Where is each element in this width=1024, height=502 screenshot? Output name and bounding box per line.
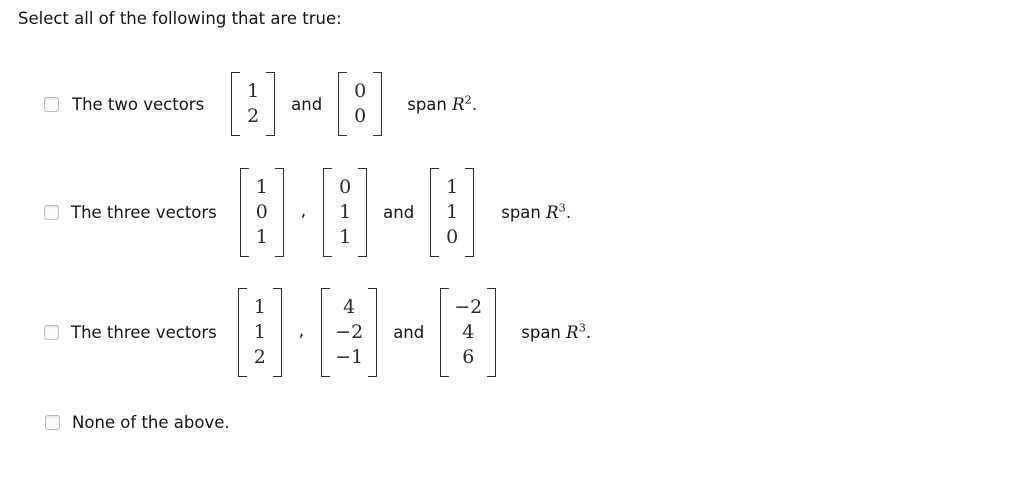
- span-prefix: span: [501, 202, 547, 222]
- vector-entry: 1: [253, 320, 266, 343]
- checkbox-option-1[interactable]: [44, 96, 59, 112]
- checkbox-option-2[interactable]: [44, 204, 59, 220]
- option-row[interactable]: The three vectors 1 0 1 , 0 1 1 and 1 1 …: [0, 152, 1024, 272]
- span-suffix: .: [565, 202, 572, 222]
- vector-entry: −1: [335, 345, 364, 368]
- vector-entry: 0: [255, 200, 268, 223]
- column-vector: 4 −2 −1: [320, 287, 378, 377]
- option-math: 1 0 1 , 0 1 1 and 1 1 0: [239, 167, 475, 257]
- span-prefix: span: [521, 322, 567, 342]
- span-statement: span R2.: [407, 92, 478, 114]
- option-row[interactable]: The two vectors 1 2 and 0 0 span R2.: [0, 56, 1024, 152]
- r-exponent: 3: [558, 200, 566, 214]
- r-exponent: 3: [578, 320, 586, 334]
- column-vector: 1 0 1: [239, 167, 285, 257]
- options-list: The two vectors 1 2 and 0 0 span R2. The…: [0, 56, 1024, 452]
- vector-entry: 1: [253, 295, 266, 318]
- separator-and: and: [393, 322, 425, 342]
- vector-entry: 0: [446, 225, 459, 248]
- vector-entry: 2: [253, 345, 266, 368]
- column-vector: 0 0: [337, 72, 383, 136]
- option-row[interactable]: None of the above.: [0, 392, 1024, 452]
- separator-and: and: [383, 202, 415, 222]
- page-title: Select all of the following that are tru…: [18, 9, 342, 28]
- option-row[interactable]: The three vectors 1 1 2 , 4 −2 −1 and −2…: [0, 272, 1024, 392]
- vector-entry: 1: [255, 175, 268, 198]
- checkbox-option-3[interactable]: [44, 324, 59, 340]
- span-statement: span R3.: [521, 320, 592, 342]
- vector-entry: 6: [462, 345, 475, 368]
- span-suffix: .: [585, 322, 592, 342]
- vector-entry: 1: [247, 80, 260, 102]
- vector-entry: 1: [255, 225, 268, 248]
- option-label: None of the above.: [72, 412, 230, 432]
- separator-comma: ,: [300, 201, 307, 221]
- vector-entry: 0: [339, 175, 352, 198]
- checkbox-option-4[interactable]: [45, 414, 60, 430]
- separator-comma: ,: [298, 321, 305, 341]
- vector-entry: 4: [462, 320, 475, 343]
- vector-entry: 1: [339, 225, 352, 248]
- r-symbol: R: [546, 202, 559, 222]
- span-suffix: .: [471, 94, 478, 114]
- option-label: The three vectors: [71, 202, 217, 222]
- option-math: 1 1 2 , 4 −2 −1 and −2 4 6: [237, 287, 497, 377]
- vector-entry: 1: [446, 200, 459, 223]
- option-math: 1 2 and 0 0: [230, 72, 383, 136]
- separator-and: and: [291, 94, 323, 114]
- option-label: The two vectors: [72, 94, 205, 114]
- vector-entry: 0: [354, 105, 367, 127]
- vector-entry: 1: [339, 200, 352, 223]
- span-prefix: span: [407, 94, 453, 114]
- column-vector: 1 1 0: [429, 167, 475, 257]
- r-symbol: R: [452, 94, 465, 114]
- span-statement: span R3.: [501, 200, 572, 222]
- column-vector: 1 2: [230, 72, 276, 136]
- option-label: The three vectors: [71, 322, 217, 342]
- vector-entry: 4: [343, 295, 356, 318]
- column-vector: 0 1 1: [322, 167, 368, 257]
- column-vector: −2 4 6: [439, 287, 497, 377]
- vector-entry: −2: [454, 295, 483, 318]
- r-exponent: 2: [464, 92, 472, 106]
- r-symbol: R: [566, 322, 579, 342]
- vector-entry: −2: [335, 320, 364, 343]
- vector-entry: 0: [354, 80, 367, 102]
- vector-entry: 2: [247, 105, 260, 127]
- column-vector: 1 1 2: [237, 287, 283, 377]
- vector-entry: 1: [446, 175, 459, 198]
